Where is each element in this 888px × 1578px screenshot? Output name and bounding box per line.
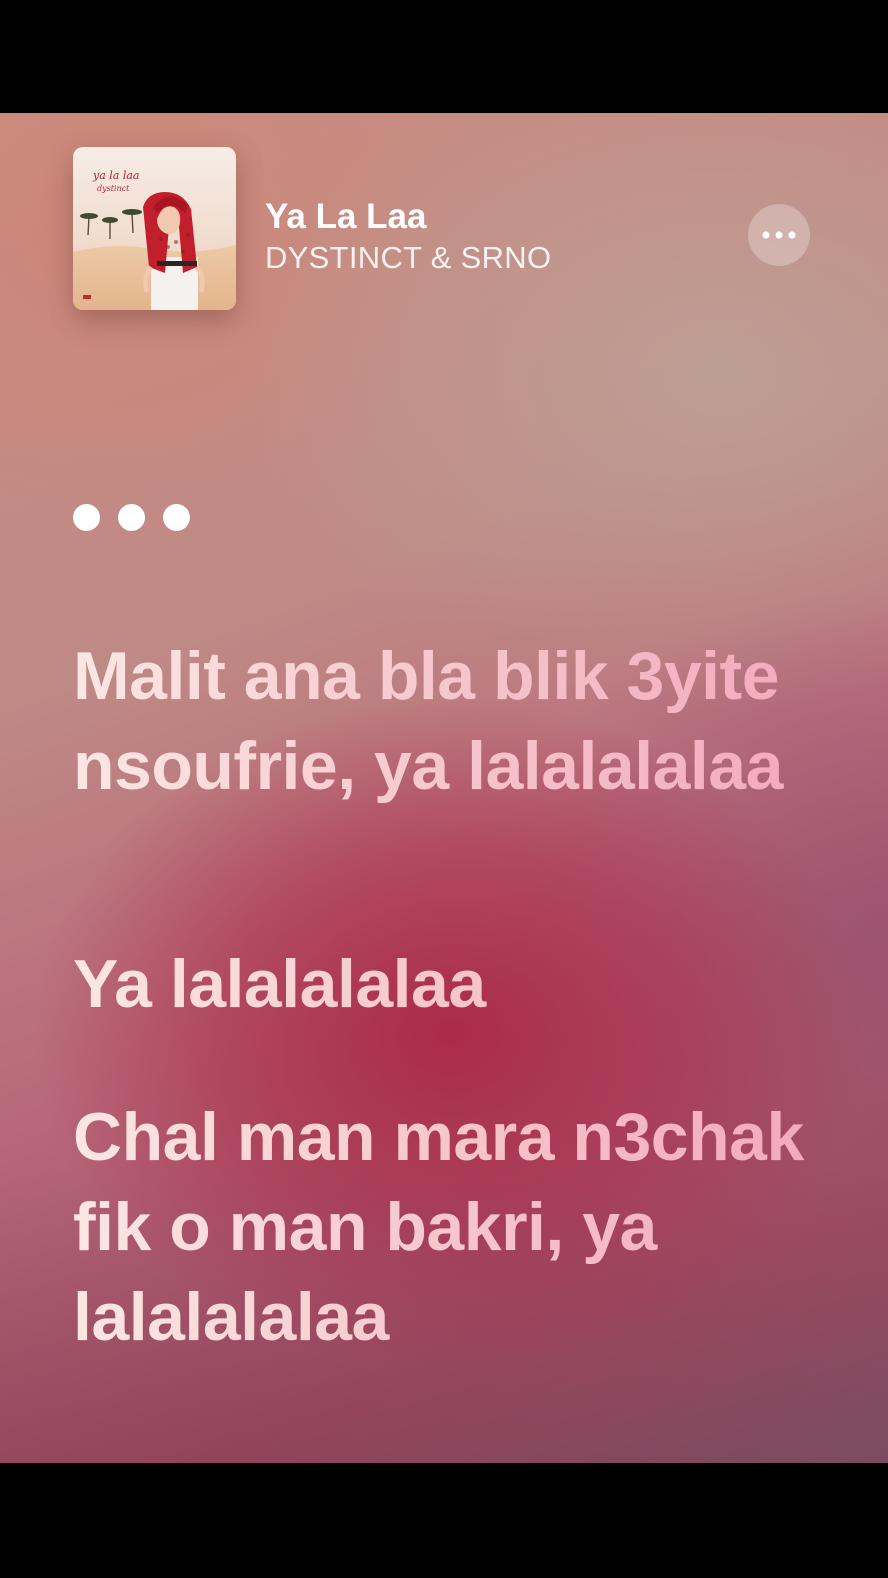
lyric-line[interactable]: Ya lalalalalaa: [73, 939, 813, 1029]
ellipsis-icon: [762, 231, 796, 239]
lyrics-screen: ya la laa dystinct Ya La Laa DYSTINCT & …: [0, 113, 888, 1463]
lyrics-list: Malit ana bla blik 3yite nsoufrie, ya la…: [73, 631, 813, 1362]
interlude-dot: [163, 504, 190, 531]
song-title[interactable]: Ya La Laa: [265, 197, 426, 237]
album-artwork[interactable]: ya la laa dystinct: [73, 147, 236, 310]
svg-text:dystinct: dystinct: [97, 184, 130, 193]
svg-text:ya la laa: ya la laa: [92, 169, 139, 182]
interlude-dot: [73, 504, 100, 531]
artist-name[interactable]: DYSTINCT & SRNO: [265, 240, 551, 276]
album-artwork-image: ya la laa dystinct: [73, 147, 236, 310]
more-options-button[interactable]: [748, 204, 810, 266]
interlude-indicator: [73, 504, 190, 531]
lyric-line[interactable]: Chal man mara n3chak fik o man bakri, ya…: [73, 1092, 813, 1362]
lyric-line[interactable]: Malit ana bla blik 3yite nsoufrie, ya la…: [73, 631, 813, 901]
interlude-dot: [118, 504, 145, 531]
